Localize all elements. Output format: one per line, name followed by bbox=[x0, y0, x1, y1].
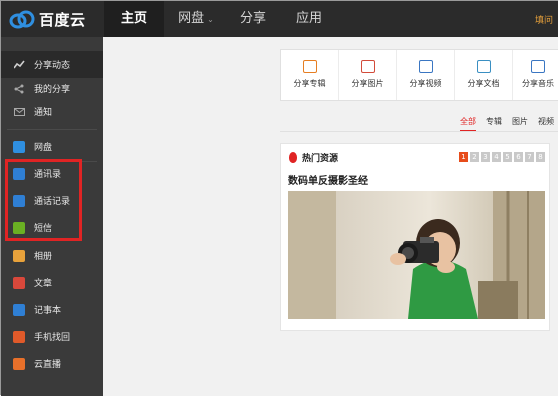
share-video-button[interactable]: 分享视频 bbox=[397, 50, 455, 100]
page-button[interactable]: 6 bbox=[514, 152, 523, 162]
picture-icon bbox=[360, 60, 375, 73]
share-music-label: 分享音乐 bbox=[522, 79, 554, 88]
nav-netdisk[interactable]: 网盘 ⌄ bbox=[164, 1, 228, 37]
sidebar-item-netdisk[interactable]: 网盘 bbox=[1, 133, 103, 160]
share-album-button[interactable]: 分享专辑 bbox=[281, 50, 339, 100]
article-icon bbox=[13, 276, 25, 289]
tab-picture[interactable]: 图片 bbox=[512, 116, 528, 132]
sidebar-item-label: 分享动态 bbox=[34, 61, 71, 71]
cloud-live-icon bbox=[13, 357, 25, 370]
sidebar-item-phone-find[interactable]: 手机找回 bbox=[1, 323, 103, 350]
page-button[interactable]: 8 bbox=[536, 152, 545, 162]
nav-share[interactable]: 分享 bbox=[228, 1, 278, 37]
sidebar-item-label: 记事本 bbox=[34, 306, 62, 316]
sidebar-item-label: 网盘 bbox=[34, 143, 53, 153]
share-picture-label: 分享图片 bbox=[351, 79, 384, 88]
red-highlight-box bbox=[5, 159, 82, 241]
sidebar-item-label: 相册 bbox=[34, 252, 53, 262]
share-album-label: 分享专辑 bbox=[293, 79, 326, 88]
card-title: 热门资源 bbox=[302, 154, 339, 164]
resource-title[interactable]: 数码单反摄影圣经 bbox=[288, 172, 368, 187]
flame-icon bbox=[289, 152, 297, 163]
page-button[interactable]: 3 bbox=[481, 152, 490, 162]
sidebar-item-label: 文章 bbox=[34, 279, 53, 289]
album-icon bbox=[13, 249, 25, 262]
share-document-button[interactable]: 分享文档 bbox=[455, 50, 513, 100]
sidebar-item-article[interactable]: 文章 bbox=[1, 269, 103, 296]
card-header: 热门资源 bbox=[289, 151, 338, 164]
tab-album[interactable]: 专辑 bbox=[486, 116, 502, 132]
child-with-camera-photo bbox=[288, 191, 545, 319]
cloud-logo-icon bbox=[9, 9, 35, 29]
logo-text: 百度云 bbox=[39, 10, 86, 29]
sidebar-item-notice[interactable]: 通知 bbox=[1, 98, 103, 125]
main-content: 分享专辑 分享图片 分享视频 分享文档 分享音乐 全部 专辑 图片 视频 热门资… bbox=[103, 37, 558, 396]
filter-tabs: 全部 专辑 图片 视频 bbox=[460, 116, 558, 132]
document-icon bbox=[476, 60, 491, 73]
tab-video[interactable]: 视频 bbox=[538, 116, 554, 132]
main-nav: 主页 网盘 ⌄ 分享 应用 bbox=[104, 1, 340, 37]
filter-divider bbox=[280, 131, 558, 132]
nav-home-label: 主页 bbox=[120, 11, 147, 26]
sidebar-item-activity[interactable]: 分享动态 bbox=[1, 51, 103, 78]
page-button[interactable]: 2 bbox=[470, 152, 479, 162]
page-button[interactable]: 5 bbox=[503, 152, 512, 162]
share-document-label: 分享文档 bbox=[467, 79, 500, 88]
cloud-icon bbox=[13, 140, 25, 153]
baidu-cloud-logo[interactable]: 百度云 bbox=[9, 8, 86, 30]
sidebar-item-cloud-live[interactable]: 云直播 bbox=[1, 350, 103, 377]
phone-find-icon bbox=[13, 330, 25, 343]
hot-resources-card: 热门资源 1 2 3 4 5 6 7 8 数码单反摄影圣经 bbox=[280, 143, 550, 331]
page-button[interactable]: 7 bbox=[525, 152, 534, 162]
sidebar-item-label: 我的分享 bbox=[34, 85, 71, 95]
chevron-down-icon: ⌄ bbox=[207, 15, 214, 24]
mail-icon bbox=[13, 106, 25, 118]
top-right-link[interactable]: 填问 bbox=[535, 13, 553, 26]
tab-all[interactable]: 全部 bbox=[460, 116, 476, 132]
nav-apps[interactable]: 应用 bbox=[278, 1, 340, 37]
page-button[interactable]: 1 bbox=[459, 152, 468, 162]
music-icon bbox=[531, 60, 545, 73]
sidebar-divider bbox=[7, 129, 97, 130]
notepad-icon bbox=[13, 303, 25, 316]
page-button[interactable]: 4 bbox=[492, 152, 501, 162]
nav-apps-label: 应用 bbox=[295, 11, 322, 26]
nav-netdisk-label: 网盘 bbox=[178, 11, 205, 26]
sidebar-item-notepad[interactable]: 记事本 bbox=[1, 296, 103, 323]
share-music-button[interactable]: 分享音乐 bbox=[513, 50, 558, 100]
sidebar-item-label: 通知 bbox=[34, 108, 53, 118]
video-icon bbox=[418, 60, 433, 73]
share-picture-button[interactable]: 分享图片 bbox=[339, 50, 397, 100]
resource-photo[interactable] bbox=[288, 191, 545, 319]
nav-share-label: 分享 bbox=[239, 11, 266, 26]
album-share-icon bbox=[302, 60, 317, 73]
sidebar-item-label: 云直播 bbox=[34, 360, 62, 370]
nav-home[interactable]: 主页 bbox=[104, 1, 164, 37]
sidebar-item-label: 手机找回 bbox=[34, 333, 71, 343]
share-icon bbox=[13, 83, 25, 95]
top-navigation-bar: 百度云 主页 网盘 ⌄ 分享 应用 填问 bbox=[1, 1, 558, 37]
card-pager: 1 2 3 4 5 6 7 8 bbox=[457, 152, 545, 162]
activity-icon bbox=[13, 59, 25, 71]
share-video-label: 分享视频 bbox=[409, 79, 442, 88]
sidebar-item-album[interactable]: 相册 bbox=[1, 242, 103, 269]
share-quickbar: 分享专辑 分享图片 分享视频 分享文档 分享音乐 bbox=[280, 49, 558, 101]
